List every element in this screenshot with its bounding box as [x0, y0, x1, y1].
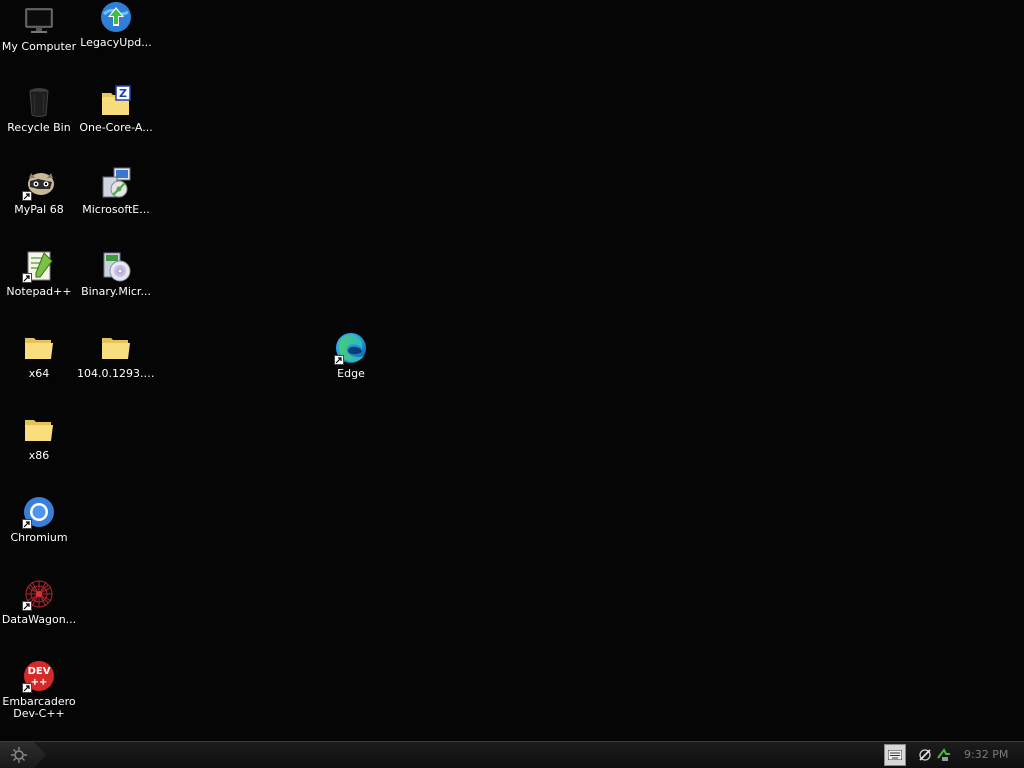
desktop-icon-label: LegacyUpd... [80, 37, 152, 49]
notepadpp-icon [22, 249, 56, 283]
shortcut-arrow-icon [22, 683, 32, 693]
start-button[interactable] [0, 742, 46, 768]
desktop-icon-label: Edge [337, 368, 365, 380]
desktop-icon-datawagon[interactable]: DataWagon... [0, 577, 78, 626]
desktop-icon-chromium[interactable]: Chromium [0, 495, 78, 544]
devcpp-icon: DEV ++ [22, 659, 56, 693]
setup-disc-icon [99, 249, 133, 283]
desktop-icon-label: Recycle Bin [7, 122, 71, 134]
folder-icon [99, 331, 133, 365]
edge-icon [334, 331, 368, 365]
chromium-icon [22, 495, 56, 529]
svg-text:DEV: DEV [28, 666, 51, 677]
installer-icon [99, 167, 133, 201]
desktop-icon-notepadpp[interactable]: Notepad++ [0, 249, 78, 298]
taskbar: 9:32 PM [0, 741, 1024, 768]
recycle-bin-icon [22, 85, 56, 119]
keyboard-icon[interactable] [884, 744, 906, 766]
desktop-icon-label: x86 [28, 450, 50, 462]
shortcut-arrow-icon [22, 601, 32, 611]
desktop-icon-recycle-bin[interactable]: Recycle Bin [0, 85, 78, 134]
shortcut-arrow-icon [22, 273, 32, 283]
desktop-icon-folder-x64[interactable]: x64 [0, 331, 78, 380]
desktop-icon-mypal[interactable]: MyPal 68 [0, 167, 78, 216]
folder-icon [22, 413, 56, 447]
desktop-icon-label: Notepad++ [6, 286, 72, 298]
desktop-icon-edge[interactable]: Edge [312, 331, 390, 380]
desktop: My Computer LegacyUpd... Recycle Bin Z O… [0, 0, 1024, 741]
clock[interactable]: 9:32 PM [964, 748, 1008, 761]
shortcut-arrow-icon [334, 355, 344, 365]
desktop-icon-label: 104.0.1293.63 [77, 368, 155, 380]
desktop-icon-label: My Computer [1, 41, 77, 53]
desktop-icon-label: Chromium [10, 532, 68, 544]
desktop-icon-label: Embarcadero Dev-C++ [2, 695, 76, 720]
desktop-icon-legacy-update[interactable]: LegacyUpd... [77, 0, 155, 49]
folder-icon [22, 331, 56, 365]
desktop-icon-label: MyPal 68 [14, 204, 64, 216]
desktop-icon-folder-104[interactable]: 104.0.1293.63 [77, 331, 155, 380]
desktop-icon-microsoft-edge-installer[interactable]: MicrosoftE... [77, 167, 155, 216]
zip-folder-icon: Z [99, 85, 133, 119]
desktop-icon-binary-micr[interactable]: Binary.Micr... [77, 249, 155, 298]
svg-text:++: ++ [31, 677, 48, 688]
desktop-icon-label: DataWagon... [1, 614, 77, 626]
network-icon[interactable] [936, 747, 952, 766]
desktop-icon-my-computer[interactable]: My Computer [0, 4, 78, 53]
desktop-icon-label: Binary.Micr... [81, 286, 151, 298]
desktop-icon-devcpp[interactable]: DEV ++ Embarcadero Dev-C++ [0, 659, 78, 720]
system-tray: 9:32 PM [884, 742, 1024, 768]
mypal-icon [22, 167, 56, 201]
desktop-icon-label: x64 [28, 368, 50, 380]
monitor-icon [22, 4, 56, 38]
svg-text:Z: Z [119, 87, 127, 100]
desktop-icon-label: One-Core-A... [79, 122, 153, 134]
shortcut-arrow-icon [22, 519, 32, 529]
desktop-icon-folder-x86[interactable]: x86 [0, 413, 78, 462]
desktop-icon-one-core-api[interactable]: Z One-Core-A... [77, 85, 155, 134]
desktop-icon-label: MicrosoftE... [82, 204, 150, 216]
legacy-update-icon [99, 0, 133, 34]
tray-app-icon[interactable] [918, 747, 932, 766]
datawagon-icon [22, 577, 56, 611]
shortcut-arrow-icon [22, 191, 32, 201]
